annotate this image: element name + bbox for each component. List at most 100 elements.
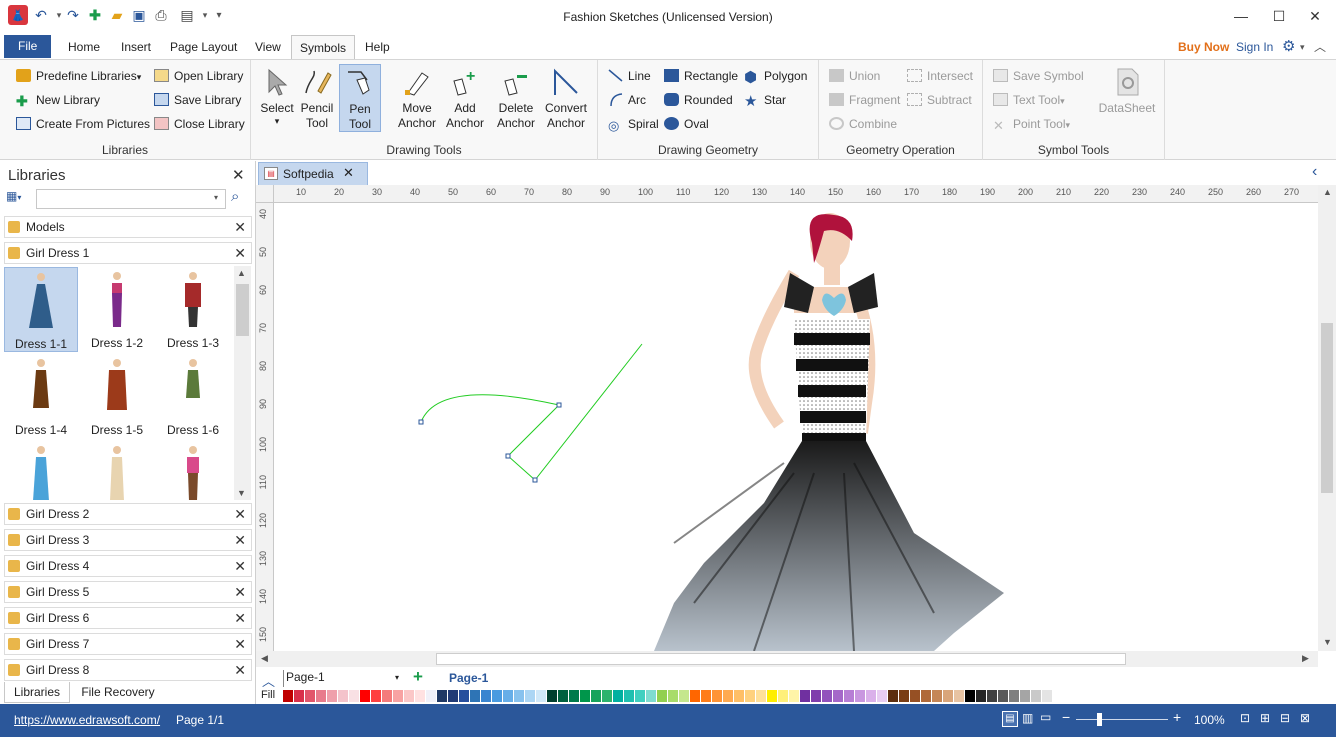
- symbol-dress-1-3[interactable]: Dress 1-3: [156, 267, 230, 352]
- color-swatch[interactable]: [536, 690, 546, 702]
- color-swatch[interactable]: [327, 690, 337, 702]
- color-swatch[interactable]: [844, 690, 854, 702]
- scroll-right-icon[interactable]: ▶: [1302, 653, 1309, 664]
- symbol-dress-1-4[interactable]: Dress 1-4: [4, 354, 78, 439]
- close-window-button[interactable]: ✕: [1298, 0, 1332, 32]
- presentation-view-icon[interactable]: ▭: [1040, 710, 1051, 724]
- page-view-icon[interactable]: ▥: [1022, 711, 1033, 725]
- color-swatch[interactable]: [833, 690, 843, 702]
- color-swatch[interactable]: [877, 690, 887, 702]
- color-swatch[interactable]: [481, 690, 491, 702]
- color-swatch[interactable]: [503, 690, 513, 702]
- select-tool-button[interactable]: Select ▾: [257, 64, 297, 126]
- color-swatch[interactable]: [635, 690, 645, 702]
- thumbnail-scrollbar[interactable]: ▲ ▼: [234, 266, 251, 500]
- close-library-icon[interactable]: ✕: [234, 556, 246, 576]
- scroll-thumb[interactable]: [236, 284, 249, 336]
- canvas-vertical-scrollbar[interactable]: ▲ ▼: [1318, 185, 1336, 651]
- tab-home[interactable]: Home: [60, 35, 108, 59]
- close-library-icon[interactable]: ✕: [234, 582, 246, 602]
- library-header-girl-dress-3[interactable]: Girl Dress 3 ✕: [4, 529, 252, 551]
- scroll-left-icon[interactable]: ◀: [261, 653, 268, 664]
- scroll-up-icon[interactable]: ▲: [1323, 187, 1332, 197]
- search-icon[interactable]: ⌕: [231, 188, 239, 205]
- open-library-button[interactable]: Open Library: [154, 66, 243, 86]
- close-library-icon[interactable]: ✕: [234, 660, 246, 680]
- color-swatch[interactable]: [954, 690, 964, 702]
- search-dropdown-icon[interactable]: ▾: [214, 193, 218, 202]
- color-swatch[interactable]: [558, 690, 568, 702]
- color-swatch[interactable]: [492, 690, 502, 702]
- expand-pages-icon[interactable]: ︿: [262, 671, 275, 690]
- color-swatch[interactable]: [547, 690, 557, 702]
- zoom-slider-thumb[interactable]: [1097, 713, 1102, 726]
- color-swatch[interactable]: [855, 690, 865, 702]
- save-symbol-button[interactable]: Save Symbol: [993, 66, 1084, 86]
- library-menu-icon[interactable]: ▦▾: [6, 189, 34, 207]
- close-library-icon[interactable]: ✕: [234, 530, 246, 550]
- scroll-thumb[interactable]: [1321, 323, 1333, 493]
- color-swatch[interactable]: [448, 690, 458, 702]
- pencil-tool-button[interactable]: Pencil Tool: [297, 64, 337, 131]
- page-dropdown[interactable]: Page-1 ▾: [283, 670, 403, 687]
- rounded-rectangle-button[interactable]: Rounded: [664, 90, 733, 110]
- scroll-thumb[interactable]: [436, 653, 1126, 665]
- color-swatch[interactable]: [591, 690, 601, 702]
- color-swatch[interactable]: [1042, 690, 1052, 702]
- symbol-dress-1-6[interactable]: Dress 1-6: [156, 354, 230, 439]
- color-swatch[interactable]: [866, 690, 876, 702]
- zoom-slider[interactable]: [1076, 719, 1168, 720]
- union-button[interactable]: Union: [829, 66, 880, 86]
- color-swatch[interactable]: [888, 690, 898, 702]
- document-tab-softpedia[interactable]: ▤ Softpedia ✕: [258, 162, 368, 185]
- library-header-models[interactable]: Models ✕: [4, 216, 252, 238]
- color-swatch[interactable]: [789, 690, 799, 702]
- color-swatch[interactable]: [734, 690, 744, 702]
- symbol-dress-1-2[interactable]: Dress 1-2: [80, 267, 154, 352]
- color-swatch[interactable]: [932, 690, 942, 702]
- tab-libraries[interactable]: Libraries: [4, 682, 70, 703]
- color-swatch[interactable]: [437, 690, 447, 702]
- color-swatch[interactable]: [283, 690, 293, 702]
- color-swatch[interactable]: [745, 690, 755, 702]
- close-panel-icon[interactable]: ✕: [232, 166, 245, 184]
- pen-tool-button[interactable]: Pen Tool: [339, 64, 381, 132]
- fit-page-icon[interactable]: ⊡: [1240, 711, 1250, 725]
- color-swatch[interactable]: [382, 690, 392, 702]
- anchor-point[interactable]: [505, 453, 511, 459]
- line-button[interactable]: Line: [608, 66, 651, 86]
- color-swatch[interactable]: [943, 690, 953, 702]
- color-swatch[interactable]: [415, 690, 425, 702]
- color-swatch[interactable]: [316, 690, 326, 702]
- anchor-point[interactable]: [418, 419, 424, 425]
- color-swatch[interactable]: [778, 690, 788, 702]
- color-swatch[interactable]: [998, 690, 1008, 702]
- color-swatch[interactable]: [525, 690, 535, 702]
- color-swatch[interactable]: [459, 690, 469, 702]
- tab-file-recovery[interactable]: File Recovery: [74, 682, 162, 703]
- color-swatch[interactable]: [921, 690, 931, 702]
- color-swatch[interactable]: [393, 690, 403, 702]
- close-library-icon[interactable]: ✕: [234, 608, 246, 628]
- color-swatch[interactable]: [976, 690, 986, 702]
- color-swatch[interactable]: [569, 690, 579, 702]
- color-swatch[interactable]: [987, 690, 997, 702]
- page-tab-active[interactable]: Page-1: [449, 671, 488, 685]
- color-swatch[interactable]: [756, 690, 766, 702]
- close-tab-icon[interactable]: ✕: [343, 165, 354, 181]
- rectangle-button[interactable]: Rectangle: [664, 66, 738, 86]
- library-header-girl-dress-8[interactable]: Girl Dress 8 ✕: [4, 659, 252, 681]
- color-swatch[interactable]: [602, 690, 612, 702]
- color-swatch[interactable]: [723, 690, 733, 702]
- arc-button[interactable]: Arc: [608, 90, 646, 110]
- symbol-dress-1-1[interactable]: Dress 1-1: [4, 267, 78, 352]
- zoom-in-icon[interactable]: +: [1173, 709, 1181, 725]
- fragment-button[interactable]: Fragment: [829, 90, 900, 110]
- color-swatch[interactable]: [679, 690, 689, 702]
- anchor-point[interactable]: [556, 402, 562, 408]
- tab-view[interactable]: View: [247, 35, 289, 59]
- color-swatch[interactable]: [811, 690, 821, 702]
- color-swatch[interactable]: [294, 690, 304, 702]
- predefine-libraries-button[interactable]: Predefine Libraries▾: [16, 66, 141, 86]
- intersect-button[interactable]: Intersect: [907, 66, 973, 86]
